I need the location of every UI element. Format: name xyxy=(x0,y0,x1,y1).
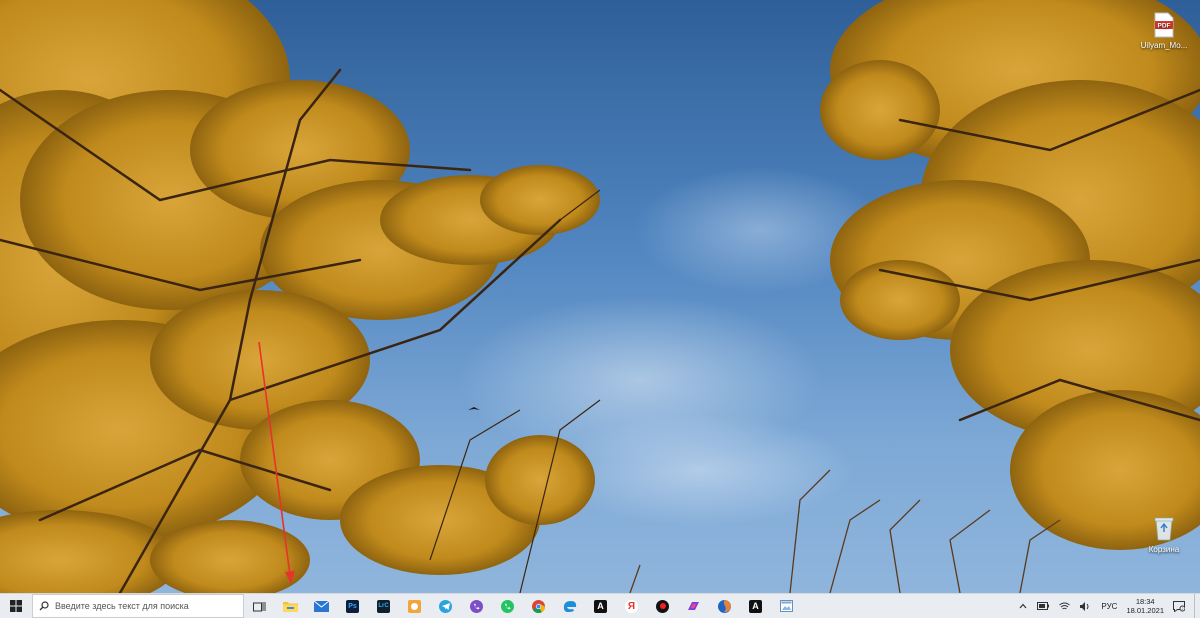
desktop-wallpaper xyxy=(0,0,1200,593)
taskbar-image-viewer[interactable] xyxy=(775,594,798,618)
taskbar-media-app[interactable] xyxy=(403,594,426,618)
taskbar-app-a-2[interactable]: A xyxy=(744,594,767,618)
system-tray: РУС 18:34 18.01.2021 2 xyxy=(1014,594,1200,618)
taskbar-edge[interactable] xyxy=(558,594,581,618)
taskbar-mail[interactable] xyxy=(310,594,333,618)
photos-icon xyxy=(780,600,793,612)
folder-icon xyxy=(283,602,298,612)
taskbar-search-box[interactable]: Введите здесь текст для поиска xyxy=(32,594,244,618)
windows-logo-icon xyxy=(10,600,22,612)
mail-icon xyxy=(314,600,329,612)
language-indicator[interactable]: РУС xyxy=(1101,602,1117,611)
clock-date: 18.01.2021 xyxy=(1126,606,1164,615)
search-placeholder: Введите здесь текст для поиска xyxy=(55,601,189,611)
taskbar-app-a-1[interactable]: A xyxy=(589,594,612,618)
clock-time: 18:34 xyxy=(1135,597,1155,606)
record-icon xyxy=(656,599,669,613)
pdf-file-icon: PDF xyxy=(1154,12,1174,38)
show-desktop-button[interactable] xyxy=(1194,594,1200,618)
yandex-icon: Я xyxy=(625,599,638,613)
viber-icon xyxy=(470,599,483,613)
photoshop-icon: Ps xyxy=(346,599,359,613)
desktop-icon-label: Uilyam_Mo... xyxy=(1140,41,1188,50)
taskbar-lightroom[interactable]: LrC xyxy=(372,594,395,618)
taskbar-task-view[interactable] xyxy=(248,594,271,618)
lightroom-icon: LrC xyxy=(377,599,390,613)
taskbar-photoshop[interactable]: Ps xyxy=(341,594,364,618)
task-view-icon xyxy=(253,601,266,611)
chevron-up-icon[interactable] xyxy=(1019,603,1027,609)
desktop-icon-label: Корзина xyxy=(1148,545,1180,554)
search-icon xyxy=(39,601,49,611)
edge-icon xyxy=(563,601,576,612)
start-button[interactable] xyxy=(0,594,32,618)
desktop-icon-recycle-bin[interactable]: Корзина xyxy=(1134,514,1194,554)
clock[interactable]: 18:34 18.01.2021 xyxy=(1126,597,1164,615)
volume-icon[interactable] xyxy=(1080,601,1091,611)
taskbar-recorder[interactable] xyxy=(651,594,674,618)
php-icon xyxy=(688,602,699,610)
taskbar-app-list: Ps LrC A Я A xyxy=(248,594,806,618)
taskbar-chrome[interactable] xyxy=(527,594,550,618)
taskbar-php-app[interactable] xyxy=(682,594,705,618)
battery-icon[interactable] xyxy=(1037,602,1050,610)
whatsapp-icon xyxy=(501,599,514,613)
taskbar-file-explorer[interactable] xyxy=(279,594,302,618)
svg-text:PDF: PDF xyxy=(1158,23,1171,30)
letter-a-icon: A xyxy=(594,599,607,613)
taskbar-whatsapp[interactable] xyxy=(496,594,519,618)
taskbar-viber[interactable] xyxy=(465,594,488,618)
desktop-icon-pdf-file[interactable]: PDF Uilyam_Mo... xyxy=(1134,12,1194,50)
letter-a-icon: A xyxy=(749,599,762,613)
larch-branches-illustration xyxy=(0,0,1200,593)
wifi-icon[interactable] xyxy=(1059,602,1071,611)
firefox-icon xyxy=(718,599,731,613)
recycle-bin-icon xyxy=(1154,517,1174,541)
taskbar-firefox[interactable] xyxy=(713,594,736,618)
telegram-icon xyxy=(439,599,452,613)
orange-app-icon xyxy=(408,599,421,613)
notification-center-icon[interactable]: 2 xyxy=(1173,600,1185,612)
taskbar: Введите здесь текст для поиска Ps LrC A … xyxy=(0,593,1200,618)
chrome-icon xyxy=(532,599,545,613)
taskbar-yandex[interactable]: Я xyxy=(620,594,643,618)
taskbar-telegram[interactable] xyxy=(434,594,457,618)
